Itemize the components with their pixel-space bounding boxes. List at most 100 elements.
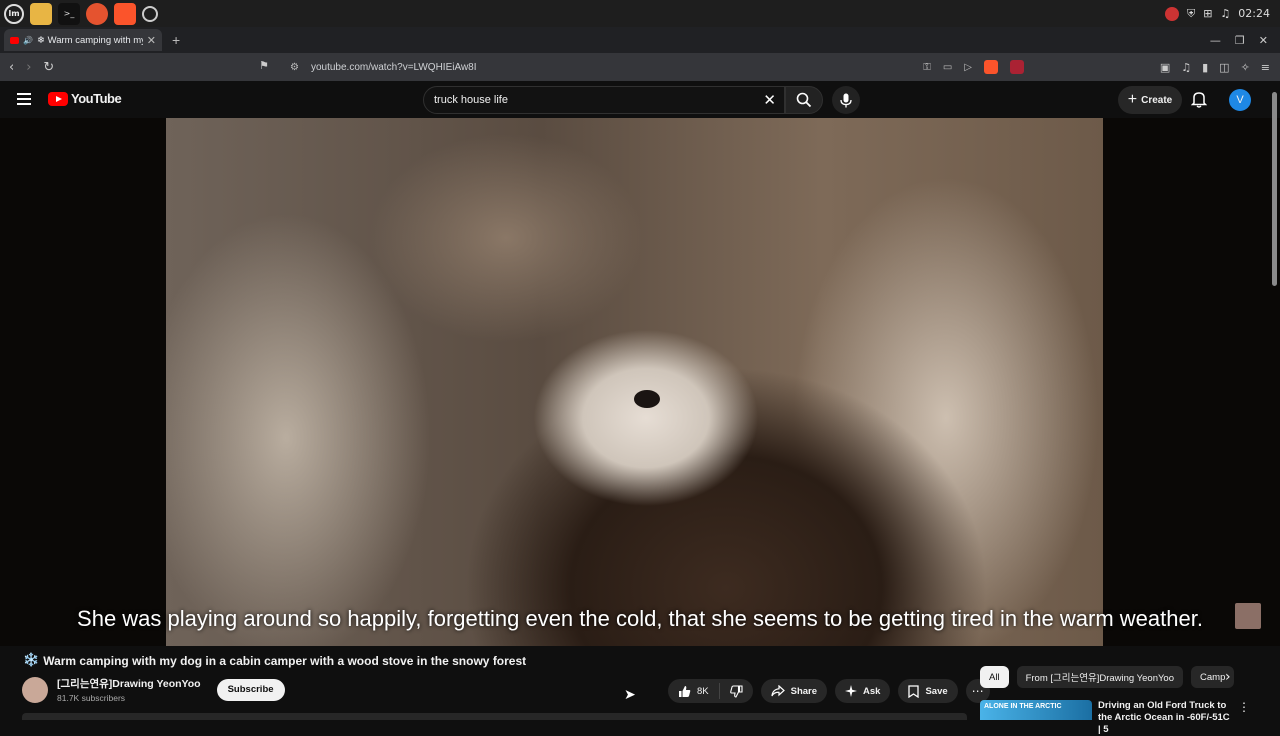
shield-icon[interactable]: ⛨ xyxy=(1187,7,1195,21)
chip-from-channel[interactable]: From [그리는연유]Drawing YeonYoo xyxy=(1016,666,1184,688)
youtube-logo-text: YouTube xyxy=(71,91,122,106)
clock[interactable]: 02:24 xyxy=(1238,7,1270,20)
like-count: 8K xyxy=(697,685,709,697)
ask-label: Ask xyxy=(863,685,881,697)
share-button[interactable]: Share xyxy=(760,679,828,703)
bookmark-save-icon xyxy=(908,684,920,698)
save-button[interactable]: Save xyxy=(898,679,958,703)
create-label: Create xyxy=(1141,94,1173,106)
youtube-logo[interactable]: YouTube xyxy=(48,91,122,106)
video-player[interactable]: She was playing around so happily, forge… xyxy=(0,118,1280,646)
chromium-icon[interactable] xyxy=(142,5,158,22)
channel-info: [그리는연유]Drawing YeonYoo 81.7K subscribers xyxy=(57,676,201,703)
channel-avatar[interactable] xyxy=(22,676,48,703)
share-icon xyxy=(771,685,785,697)
sparkle-icon xyxy=(845,685,858,697)
address-bar-row: ‹ › ↻ ⚑ ⚙ youtube.com/watch?v=LWQHIEiAw8… xyxy=(0,53,1280,81)
os-taskbar: lm >_ ⛨ ⊞ ♫ 02:24 xyxy=(0,0,1280,27)
youtube-favicon-icon xyxy=(10,36,19,44)
plus-icon: + xyxy=(1127,91,1138,108)
video-title: ❄️ Warm camping with my dog in a cabin c… xyxy=(23,653,643,668)
url-text[interactable]: youtube.com/watch?v=LWQHIEiAw8I xyxy=(311,62,477,73)
like-dislike-group: 8K xyxy=(668,679,753,703)
create-button[interactable]: + Create xyxy=(1118,86,1182,114)
url-field[interactable]: ⚙ youtube.com/watch?v=LWQHIEiAw8I ⚿ ▭ ▷ xyxy=(284,56,1030,78)
dislike-button[interactable] xyxy=(720,684,753,698)
forward-icon[interactable]: › xyxy=(26,60,31,75)
thumbs-down-icon xyxy=(729,684,743,698)
related-filter-chips: All From [그리는연유]Drawing YeonYoo Camp xyxy=(980,666,1240,688)
channel-name[interactable]: [그리는연유]Drawing YeonYoo xyxy=(57,676,201,691)
page-scrollbar[interactable] xyxy=(1272,92,1277,286)
snowflake-icon: ❄ xyxy=(36,34,45,46)
account-avatar[interactable]: V xyxy=(1229,89,1251,111)
terminal-icon[interactable]: >_ xyxy=(58,2,80,25)
browser-tab-strip: 🔊 ❄ Warm camping with my ✕ + — ❐ ✕ xyxy=(0,27,1280,53)
browser-menu-icon[interactable]: ≡ xyxy=(1261,61,1270,74)
recommended-thumbnail[interactable]: ALONE IN THE ARCTIC xyxy=(980,700,1092,720)
minimize-icon[interactable]: — xyxy=(1210,34,1221,47)
brave-icon[interactable] xyxy=(114,2,136,25)
search-query[interactable]: truck house life xyxy=(434,94,508,106)
music-icon[interactable]: ♫ xyxy=(1220,7,1230,20)
password-key-icon[interactable]: ⚿ xyxy=(923,62,931,73)
subscriber-count: 81.7K subscribers xyxy=(57,693,126,703)
guide-menu-icon[interactable] xyxy=(17,93,31,108)
recommended-more-icon[interactable]: ⋮ xyxy=(1238,700,1250,714)
sidebar-icon[interactable]: ▮ xyxy=(1202,61,1208,74)
channel-row: [그리는연유]Drawing YeonYoo 81.7K subscribers… xyxy=(22,676,285,703)
tab-youtube[interactable]: 🔊 ❄ Warm camping with my ✕ xyxy=(4,29,162,51)
screenshot-icon[interactable]: ▣ xyxy=(1160,61,1170,74)
chevron-right-icon[interactable]: › xyxy=(1225,669,1231,685)
video-frame[interactable] xyxy=(166,118,1103,646)
tab-title: ❄ Warm camping with my xyxy=(37,35,143,46)
notifications-bell-icon[interactable] xyxy=(1191,90,1207,108)
voice-search-button[interactable] xyxy=(832,86,860,114)
youtube-header: YouTube truck house life ✕ + Create V xyxy=(0,81,1280,118)
microphone-icon xyxy=(840,93,852,107)
update-icon[interactable] xyxy=(1164,6,1179,21)
tab-close-icon[interactable]: ✕ xyxy=(147,34,156,47)
video-title-text: Warm camping with my dog in a cabin camp… xyxy=(43,653,527,668)
wallet-icon[interactable]: ◫ xyxy=(1219,61,1229,74)
new-tab-button[interactable]: + xyxy=(172,32,180,48)
cast-icon[interactable]: ▭ xyxy=(943,62,952,73)
reload-icon[interactable]: ↻ xyxy=(43,60,54,75)
description-box[interactable] xyxy=(22,713,967,720)
tab-title-text: Warm camping with my xyxy=(47,34,143,46)
firefox-icon[interactable] xyxy=(86,2,108,25)
thumbs-up-icon xyxy=(679,685,691,697)
share-label: Share xyxy=(790,685,818,697)
recommended-title[interactable]: Driving an Old Ford Truck to the Arctic … xyxy=(1098,700,1234,736)
bookmark-icon[interactable]: ⚑ xyxy=(259,59,269,72)
network-icon[interactable]: ⊞ xyxy=(1203,7,1212,20)
brave-shields-icon[interactable] xyxy=(984,60,998,74)
clear-search-icon[interactable]: ✕ xyxy=(763,91,776,109)
mint-menu-icon[interactable]: lm xyxy=(4,3,24,24)
close-window-icon[interactable]: ✕ xyxy=(1259,34,1268,47)
speaker-icon[interactable]: 🔊 xyxy=(23,36,33,45)
search-icon xyxy=(796,92,812,108)
leo-ai-icon[interactable]: ✧ xyxy=(1241,61,1250,74)
mouse-cursor-icon: ➤ xyxy=(624,687,636,703)
ask-button[interactable]: Ask xyxy=(835,679,891,703)
dog-nose xyxy=(634,390,660,408)
brave-rewards-icon[interactable] xyxy=(1010,60,1024,74)
maximize-icon[interactable]: ❐ xyxy=(1235,34,1245,47)
search-button[interactable] xyxy=(785,86,823,114)
video-actions: 8K Share Ask Save ⋯ xyxy=(668,679,990,703)
save-label: Save xyxy=(925,685,948,697)
like-button[interactable]: 8K xyxy=(668,683,720,699)
subscribe-button[interactable]: Subscribe xyxy=(216,678,285,701)
recommended-video[interactable]: ALONE IN THE ARCTIC Driving an Old Ford … xyxy=(980,700,1234,736)
chip-all[interactable]: All xyxy=(980,666,1009,688)
youtube-play-icon xyxy=(48,91,68,106)
caption-text: She was playing around so happily, forge… xyxy=(77,606,1203,631)
site-info-icon[interactable]: ⚙ xyxy=(290,62,299,73)
media-icon[interactable]: ♫ xyxy=(1181,61,1191,74)
send-icon[interactable]: ▷ xyxy=(964,62,972,73)
folder-icon[interactable] xyxy=(30,2,52,25)
snowflake-icon: ❄️ xyxy=(23,653,40,668)
back-icon[interactable]: ‹ xyxy=(9,60,14,75)
search-input[interactable]: truck house life ✕ xyxy=(423,86,785,114)
